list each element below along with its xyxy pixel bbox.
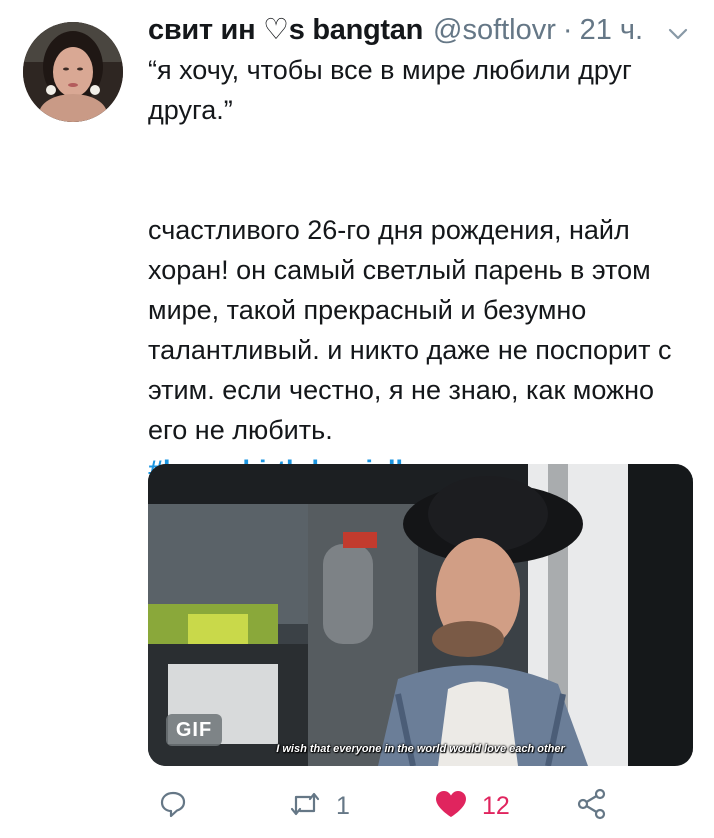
- retweet-icon[interactable]: [288, 789, 322, 824]
- avatar-image: [23, 22, 123, 122]
- display-name[interactable]: свит ин ♡s bangtan: [148, 10, 423, 50]
- share-button[interactable]: [576, 784, 608, 828]
- tweet[interactable]: свит ин ♡s bangtan @softlovr · 21 ч. “я …: [0, 0, 714, 838]
- tweet-header: свит ин ♡s bangtan @softlovr · 21 ч.: [148, 10, 643, 50]
- tweet-body: счастливого 26-го дня рождения, найл хор…: [148, 215, 672, 445]
- gif-subtitle: I wish that everyone in the world would …: [276, 743, 565, 755]
- chevron-down-icon[interactable]: [666, 22, 690, 46]
- avatar[interactable]: [23, 22, 123, 122]
- reply-button[interactable]: [158, 784, 188, 828]
- retweet-count: 1: [336, 791, 350, 820]
- user-handle[interactable]: @softlovr: [433, 10, 556, 50]
- tweet-actions: 1 12: [148, 784, 693, 828]
- gif-media[interactable]: GIF I wish that everyone in the world wo…: [148, 464, 693, 766]
- like-count: 12: [482, 791, 510, 820]
- retweet-button[interactable]: 1: [288, 784, 350, 828]
- like-button[interactable]: 12: [434, 784, 510, 828]
- share-icon[interactable]: [576, 788, 608, 825]
- heart-icon[interactable]: [434, 789, 468, 824]
- tweet-text: “я хочу, чтобы все в мире любили друг др…: [148, 50, 693, 490]
- separator-dot: ·: [562, 14, 573, 46]
- reply-icon[interactable]: [158, 789, 188, 824]
- gif-frame: [148, 464, 693, 766]
- tweet-quote: “я хочу, чтобы все в мире любили друг др…: [148, 55, 632, 125]
- timestamp[interactable]: 21 ч.: [580, 10, 643, 50]
- gif-badge: GIF: [166, 714, 222, 746]
